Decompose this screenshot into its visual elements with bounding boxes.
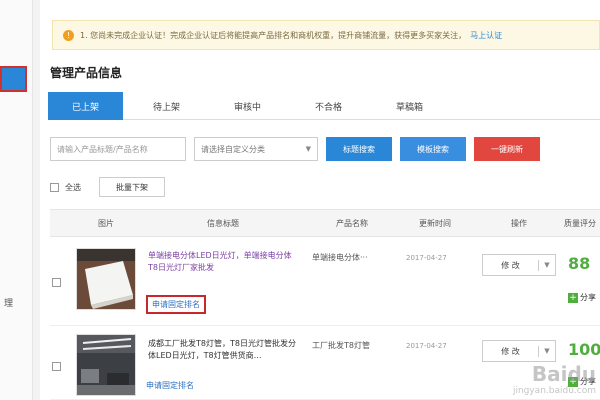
watermark-brand: Baidu (531, 362, 596, 386)
header-quality-score: 质量评分 (564, 219, 596, 228)
product-thumbnail[interactable] (76, 334, 136, 396)
apply-fixed-rank-link[interactable]: 申请固定排名 (146, 380, 194, 391)
product-thumbnail[interactable] (76, 248, 136, 310)
search-by-template-button[interactable]: 模板搜索 (400, 137, 466, 161)
header-actions: 操作 (511, 219, 527, 228)
row-update-time: 2017-04-27 (406, 342, 447, 350)
search-input[interactable]: 请输入产品标题/产品名称 (50, 137, 186, 161)
watermark-domain: jingyan.baidu.com (512, 386, 596, 396)
notice-text: 1. 您尚未完成企业认证！完成企业认证后将能提高产品排名和商机权重，提升商铺流量… (80, 30, 467, 40)
status-tabs: 已上架 待上架 审核中 不合格 草稿箱 (48, 92, 600, 120)
warning-icon: ! (63, 29, 74, 41)
bulk-unlist-button[interactable]: 批量下架 (99, 177, 165, 197)
chevron-down-icon: ▼ (544, 347, 550, 355)
category-select-value: 请选择自定义分类 (201, 144, 265, 154)
table-header: 图片 信息标题 产品名称 更新时间 操作 质量评分 (50, 209, 600, 237)
row-checkbox[interactable] (52, 362, 61, 371)
bulk-actions: 全选 批量下架 (50, 177, 165, 197)
search-by-title-button[interactable]: 标题搜索 (326, 137, 392, 161)
tab-reviewing[interactable]: 审核中 (210, 92, 285, 120)
row-title[interactable]: 成都工厂批发T8灯管，T8日光灯管批发分体LED日光灯，T8灯管供货商… (148, 338, 298, 362)
refresh-all-button[interactable]: 一键刷新 (474, 137, 540, 161)
verify-now-link[interactable]: 马上认证 (470, 30, 502, 41)
row-update-time: 2017-04-27 (406, 254, 447, 262)
row-action-select[interactable]: 修 改 ▼ (482, 254, 556, 276)
tab-pending[interactable]: 待上架 (129, 92, 204, 120)
page-title: 管理产品信息 (50, 66, 123, 80)
tab-listed[interactable]: 已上架 (48, 92, 123, 120)
main-panel: ! 1. 您尚未完成企业认证！完成企业认证后将能提高产品排名和商机权重，提升商铺… (40, 0, 600, 400)
row-product-name: 单端接电分体··· (312, 253, 368, 262)
share-label: 分享 (580, 293, 596, 302)
edit-label: 修 改 (483, 259, 539, 271)
search-placeholder: 请输入产品标题/产品名称 (57, 144, 148, 154)
apply-fixed-rank-link[interactable]: 申请固定排名 (146, 295, 206, 314)
sidebar-item-label: 理 (4, 299, 14, 309)
header-title: 信息标题 (207, 219, 239, 228)
category-select[interactable]: 请选择自定义分类 ▼ (194, 137, 318, 161)
plus-icon: + (568, 292, 578, 303)
chevron-down-icon: ▼ (305, 145, 311, 153)
select-all-label: 全选 (65, 182, 81, 192)
row-checkbox[interactable] (52, 278, 61, 287)
sidebar: 理 (0, 0, 33, 400)
tab-rejected[interactable]: 不合格 (291, 92, 366, 120)
share-button[interactable]: + 分享 (568, 292, 596, 303)
tab-drafts[interactable]: 草稿箱 (372, 92, 447, 120)
row-product-name: 工厂批发T8灯管 (312, 341, 370, 350)
quality-score: 100 (568, 340, 600, 359)
row-action-select[interactable]: 修 改 ▼ (482, 340, 556, 362)
header-update-time: 更新时间 (419, 219, 451, 228)
edit-label: 修 改 (483, 345, 539, 357)
table-row: 单端接电分体LED日光灯，单端接电分体T8日光灯厂家批发 申请固定排名 单端接电… (50, 238, 600, 326)
chevron-down-icon: ▼ (544, 261, 550, 269)
header-image: 图片 (98, 219, 114, 228)
quality-score: 88 (568, 254, 591, 273)
row-title[interactable]: 单端接电分体LED日光灯，单端接电分体T8日光灯厂家批发 (148, 250, 298, 274)
search-row: 请输入产品标题/产品名称 请选择自定义分类 ▼ 标题搜索 模板搜索 一键刷新 (50, 137, 540, 161)
sidebar-item-selected[interactable] (0, 66, 27, 92)
verification-notice: ! 1. 您尚未完成企业认证！完成企业认证后将能提高产品排名和商机权重，提升商铺… (52, 20, 600, 50)
header-product-name: 产品名称 (336, 219, 368, 228)
select-all-checkbox[interactable] (50, 182, 59, 192)
watermark: Baidu jingyan.baidu.com (513, 362, 596, 396)
